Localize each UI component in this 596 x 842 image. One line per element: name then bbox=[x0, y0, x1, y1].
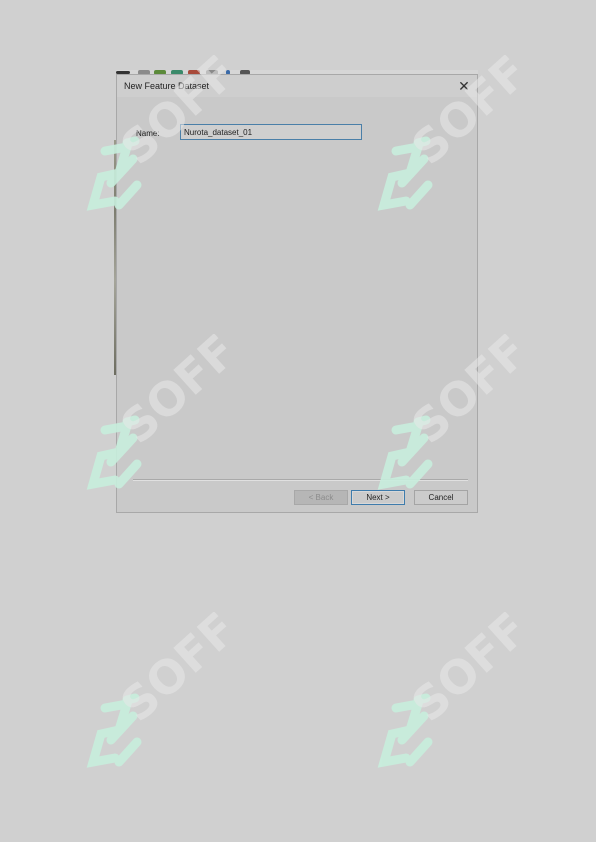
double-s-logo-icon bbox=[377, 693, 433, 768]
watermark-text: SOFF bbox=[110, 612, 245, 732]
new-feature-dataset-dialog: New Feature Dataset ✕ Name: < Back Next … bbox=[116, 74, 478, 513]
close-icon[interactable]: ✕ bbox=[455, 77, 473, 95]
watermark: SOFF bbox=[366, 602, 538, 782]
next-button[interactable]: Next > bbox=[351, 490, 405, 505]
watermark: SOFF bbox=[75, 602, 247, 782]
double-s-logo-icon bbox=[86, 693, 142, 768]
watermark-text: SOFF bbox=[401, 612, 536, 732]
name-input[interactable] bbox=[180, 124, 362, 140]
button-divider bbox=[133, 479, 468, 481]
dialog-titlebar[interactable]: New Feature Dataset ✕ bbox=[117, 75, 477, 97]
back-button: < Back bbox=[294, 490, 348, 505]
dialog-title: New Feature Dataset bbox=[124, 81, 210, 91]
cancel-button[interactable]: Cancel bbox=[414, 490, 468, 505]
name-label: Name: bbox=[136, 129, 160, 138]
